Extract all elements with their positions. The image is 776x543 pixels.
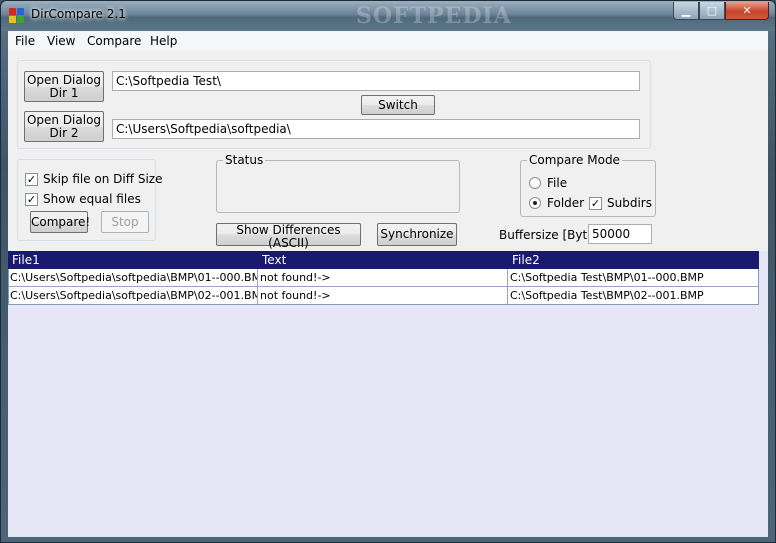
minimize-button[interactable]: ▁	[673, 2, 699, 20]
column-header-text[interactable]: Text	[262, 253, 286, 267]
open-dir1-button[interactable]: Open Dialog Dir 1	[24, 71, 104, 102]
folder-mode-radio[interactable]: Folder	[529, 196, 584, 210]
show-equal-files-checkbox[interactable]: ✓ Show equal files	[25, 192, 141, 206]
subdirs-checkbox[interactable]: ✓ Subdirs	[589, 196, 652, 210]
app-window: DirCompare 2.1 SOFTPEDIA ▁ □ ✕ File View…	[0, 0, 776, 543]
menu-help[interactable]: Help	[150, 34, 177, 48]
maximize-button[interactable]: □	[699, 2, 725, 20]
dir1-path-field[interactable]: C:\Softpedia Test\	[112, 71, 640, 91]
compare-mode-title: Compare Mode	[527, 153, 622, 167]
radio-on-icon	[529, 197, 541, 209]
skip-diff-size-checkbox[interactable]: ✓ Skip file on Diff Size	[25, 172, 162, 186]
cell-text[interactable]: not found!->	[258, 287, 508, 304]
stop-button[interactable]: Stop	[101, 211, 149, 233]
buffersize-field[interactable]: 50000	[588, 224, 652, 244]
radio-off-icon	[529, 177, 541, 189]
show-differences-button[interactable]: Show Differences (ASCII)	[216, 223, 361, 250]
cell-file2[interactable]: C:\Softpedia Test\BMP\02--001.BMP	[508, 287, 759, 304]
watermark: SOFTPEDIA	[356, 3, 512, 29]
checkbox-check-icon: ✓	[589, 196, 602, 210]
client-area: File View Compare Help Open Dialog Dir 1 …	[8, 31, 768, 537]
menu-view[interactable]: View	[47, 34, 75, 48]
menu-bar: File View Compare Help	[8, 31, 768, 51]
column-header-file1[interactable]: File1	[12, 253, 40, 267]
checkbox-check-icon: ✓	[25, 192, 38, 206]
checkbox-check-icon: ✓	[25, 172, 38, 186]
grid-header: File1 Text File2	[8, 251, 759, 269]
menu-compare[interactable]: Compare	[87, 34, 141, 48]
cell-file1[interactable]: C:\Users\Softpedia\softpedia\BMP\01--000…	[8, 269, 258, 286]
app-icon[interactable]	[9, 8, 24, 23]
menu-file[interactable]: File	[15, 34, 35, 48]
table-row[interactable]: C:\Users\Softpedia\softpedia\BMP\02--001…	[8, 287, 759, 305]
cell-text[interactable]: not found!->	[258, 269, 508, 286]
synchronize-button[interactable]: Synchronize	[377, 223, 457, 246]
window-title: DirCompare 2.1	[31, 7, 126, 21]
cell-file2[interactable]: C:\Softpedia Test\BMP\01--000.BMP	[508, 269, 759, 286]
close-button[interactable]: ✕	[725, 2, 769, 20]
status-title: Status	[223, 153, 266, 167]
file-mode-radio[interactable]: File	[529, 176, 567, 190]
status-group: Status	[216, 153, 460, 213]
results-grid: File1 Text File2 C:\Users\Softpedia\soft…	[8, 251, 768, 537]
dir2-path-field[interactable]: C:\Users\Softpedia\softpedia\	[112, 119, 640, 139]
compare-button[interactable]: Compare!	[30, 211, 90, 233]
open-dir2-button[interactable]: Open Dialog Dir 2	[24, 111, 104, 142]
table-row[interactable]: C:\Users\Softpedia\softpedia\BMP\01--000…	[8, 269, 759, 287]
column-header-file2[interactable]: File2	[512, 253, 540, 267]
switch-button[interactable]: Switch	[361, 95, 435, 115]
title-bar[interactable]: DirCompare 2.1 SOFTPEDIA ▁ □ ✕	[1, 1, 775, 31]
cell-file1[interactable]: C:\Users\Softpedia\softpedia\BMP\02--001…	[8, 287, 258, 304]
